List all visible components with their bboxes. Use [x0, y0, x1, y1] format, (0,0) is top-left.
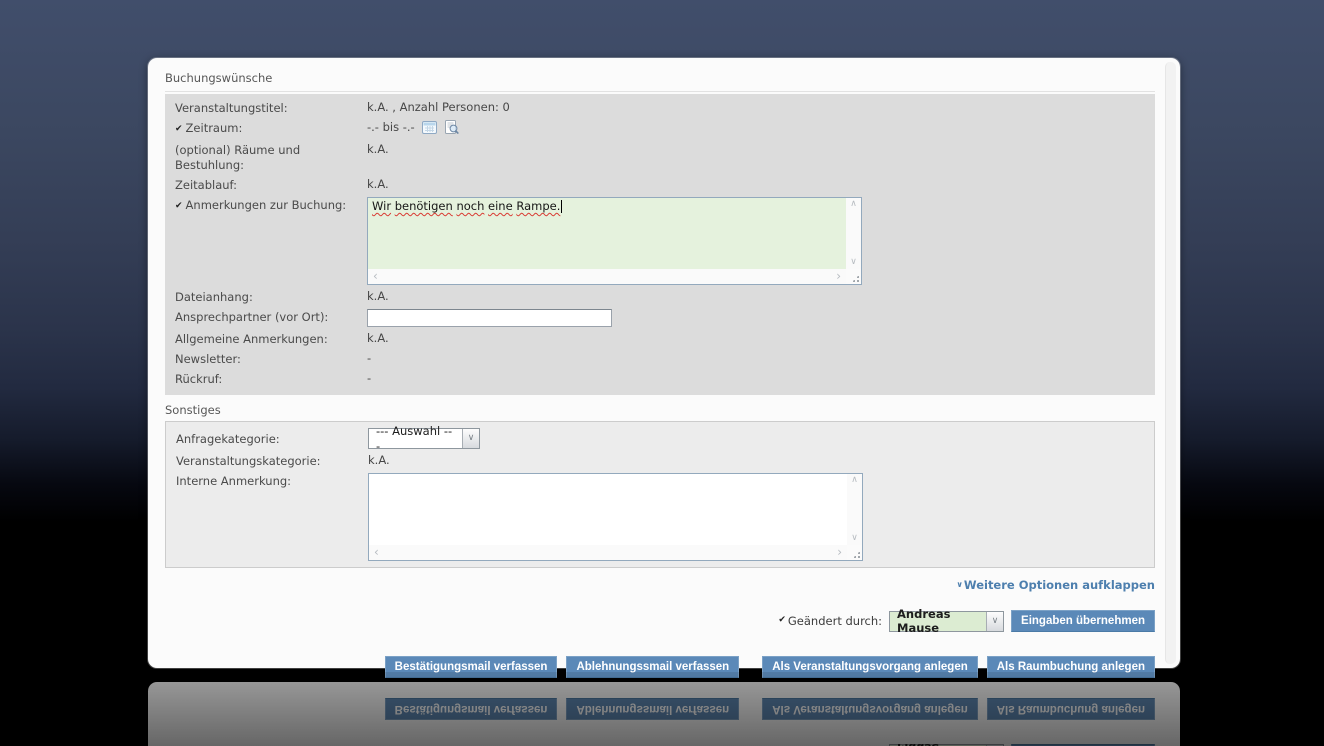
scroll-up-icon[interactable]: ∧ [851, 476, 858, 485]
row-interne-anmerkung: Interne Anmerkung: ∧ ∨ ‹ › [166, 471, 1154, 563]
panel-reflection: ∨Weitere Optionen aufklappen ✔ Geändert … [148, 672, 1180, 746]
anfragekategorie-select[interactable]: --- Auswahl --- ∨ [368, 423, 480, 453]
more-options-link[interactable]: ∨Weitere Optionen aufklappen [956, 578, 1155, 594]
row-zeitraum: ✔ Zeitraum: -.- bis -.- [165, 118, 1155, 140]
section-title-buchungswuensche: Buchungswünsche [165, 69, 1155, 92]
chevron-down-icon: ∨ [956, 580, 963, 589]
reflection-strip: ∨Weitere Optionen aufklappen ✔ Geändert … [148, 682, 1180, 746]
row-allgemeine-anmerkungen: Allgemeine Anmerkungen: k.A. [165, 329, 1155, 349]
field-label: Anfragekategorie: [176, 432, 280, 446]
scroll-up-icon[interactable]: ∧ [850, 200, 857, 209]
field-value: k.A. [368, 453, 390, 467]
scroll-down-icon[interactable]: ∨ [851, 534, 858, 543]
field-label: Veranstaltungskategorie: [176, 454, 321, 468]
field-label: Ansprechpartner (vor Ort): [175, 310, 329, 324]
resize-grip-icon[interactable] [851, 274, 860, 283]
field-value: k.A. [367, 331, 389, 345]
field-label: Veranstaltungstitel: [175, 101, 288, 115]
changed-by-select[interactable]: Andreas Mause ∨ [889, 607, 1005, 635]
field-value: k.A. [367, 289, 389, 303]
field-value: -.- bis -.- [367, 120, 415, 134]
field-value: k.A. , Anzahl Personen: 0 [367, 100, 510, 114]
field-label: Interne Anmerkung: [176, 474, 292, 488]
checkmark-icon: ✔ [175, 201, 183, 211]
field-label: Anmerkungen zur Buchung: [185, 198, 347, 212]
select-value: Andreas Mause [890, 607, 987, 635]
scroll-down-icon[interactable]: ∨ [850, 258, 857, 267]
rejection-mail-button[interactable]: Ablehnungssmail verfassen [566, 656, 740, 678]
action-buttons-row-reflection: Bestätigungsmail verfassen Ablehnungssma… [165, 698, 1155, 720]
field-label: Allgemeine Anmerkungen: [175, 332, 328, 346]
changed-by-label: Geändert durch: [787, 614, 883, 628]
field-label: Zeitraum: [185, 121, 243, 135]
interne-anmerkung-textarea[interactable]: ∧ ∨ ‹ › [368, 473, 863, 561]
rejection-mail-button-reflection: Ablehnungssmail verfassen [566, 698, 740, 720]
changed-by-row: ✔ Geändert durch: Andreas Mause ∨ Eingab… [165, 607, 1155, 635]
row-anfragekategorie: Anfragekategorie: --- Auswahl --- ∨ [166, 423, 1154, 453]
anmerkungen-text: Wir benötigen noch eine Rampe. [372, 199, 561, 213]
row-veranstaltungstitel: Veranstaltungstitel: k.A. , Anzahl Perso… [165, 98, 1155, 118]
row-rueckruf: Rückruf: - [165, 369, 1155, 389]
checkmark-icon: ✔ [175, 124, 183, 134]
apply-inputs-button[interactable]: Eingaben übernehmen [1011, 610, 1155, 632]
field-label: Newsletter: [175, 352, 241, 366]
checkmark-icon: ✔ [778, 615, 786, 625]
chevron-down-icon[interactable]: ∨ [986, 611, 1004, 631]
row-ansprechpartner: Ansprechpartner (vor Ort): [165, 307, 1155, 329]
row-zeitablauf: Zeitablauf: k.A. [165, 175, 1155, 195]
select-value: --- Auswahl --- [376, 423, 453, 453]
row-anmerkungen: ✔ Anmerkungen zur Buchung: Wir benötigen … [165, 195, 1155, 287]
booking-fields-section: Veranstaltungstitel: k.A. , Anzahl Perso… [165, 94, 1155, 395]
text-caret [561, 200, 563, 213]
row-veranstaltungskategorie: Veranstaltungskategorie: k.A. [166, 451, 1154, 471]
chevron-down-icon[interactable]: ∨ [462, 429, 479, 448]
create-room-booking-button[interactable]: Als Raumbuchung anlegen [986, 656, 1155, 678]
vertical-scrollbar[interactable]: ∧ ∨ [846, 198, 861, 269]
ansprechpartner-input[interactable] [367, 309, 612, 327]
confirmation-mail-button-reflection: Bestätigungsmail verfassen [384, 698, 558, 720]
resize-grip-icon[interactable] [852, 550, 861, 559]
scroll-left-icon[interactable]: ‹ [374, 545, 379, 560]
horizontal-scrollbar[interactable]: ‹ › [368, 269, 846, 284]
anmerkungen-textarea[interactable]: Wir benötigen noch eine Rampe. ∧ ∨ ‹ › [367, 197, 862, 285]
row-dateianhang: Dateianhang: k.A. [165, 287, 1155, 307]
booking-panel: Buchungswünsche Veranstaltungstitel: k.A… [148, 58, 1180, 678]
action-buttons-row: Bestätigungsmail verfassen Ablehnungssma… [165, 656, 1155, 678]
scroll-right-icon[interactable]: › [837, 545, 842, 560]
more-options-row: ∨Weitere Optionen aufklappen [165, 578, 1155, 594]
field-value: - [367, 371, 372, 385]
create-room-booking-button-reflection: Als Raumbuchung anlegen [986, 698, 1155, 720]
reflection-shade [148, 672, 1180, 746]
create-event-process-button[interactable]: Als Veranstaltungsvorgang anlegen [762, 656, 978, 678]
interne-anmerkung-text[interactable] [369, 474, 847, 545]
field-value: - [367, 351, 372, 365]
horizontal-scrollbar[interactable]: ‹ › [369, 545, 847, 560]
field-value: k.A. [367, 177, 389, 191]
row-newsletter: Newsletter: - [165, 349, 1155, 369]
sonstiges-section: Anfragekategorie: --- Auswahl --- ∨ Vera… [165, 421, 1155, 568]
calendar-icon[interactable] [421, 120, 437, 134]
field-value: k.A. [367, 142, 389, 156]
section-title-sonstiges: Sonstiges [165, 403, 221, 417]
field-label: Zeitablauf: [175, 178, 238, 192]
field-label: Rückruf: [175, 372, 223, 386]
vertical-scrollbar[interactable]: ∧ ∨ [847, 474, 862, 545]
preview-magnifier-icon[interactable] [444, 120, 459, 134]
row-raeume: (optional) Räume und Bestuhlung: k.A. [165, 140, 1155, 175]
create-event-process-button-reflection: Als Veranstaltungsvorgang anlegen [762, 698, 978, 720]
scroll-right-icon[interactable]: › [836, 269, 841, 284]
field-label: (optional) Räume und Bestuhlung: [175, 143, 301, 172]
field-label: Dateianhang: [175, 290, 253, 304]
confirmation-mail-button[interactable]: Bestätigungsmail verfassen [384, 656, 558, 678]
scroll-left-icon[interactable]: ‹ [373, 269, 378, 284]
